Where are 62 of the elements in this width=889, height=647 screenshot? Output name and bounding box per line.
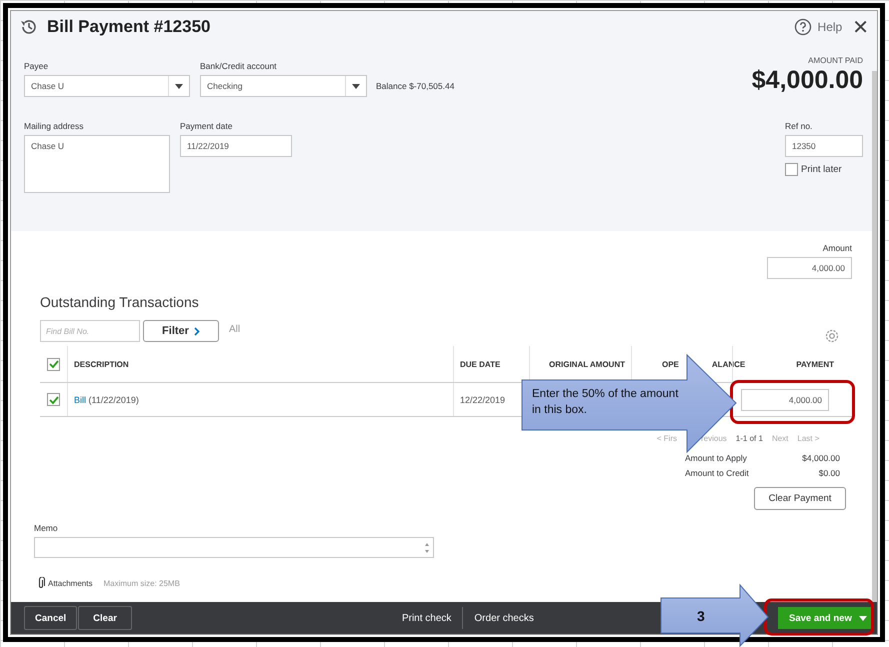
footer-link[interactable]: Order checks [463,612,545,624]
caret-icon[interactable] [859,616,867,620]
checkbox[interactable] [785,163,798,176]
checkbox[interactable] [47,358,60,370]
checkbox-label: Print later [801,164,842,175]
field-label: Memo [34,523,59,533]
date-field[interactable]: 11/22/2019 [180,135,292,157]
field-label: Ref no. [785,121,814,131]
payment-field[interactable]: 4,000.00 [741,388,829,410]
memo-field[interactable] [34,537,434,558]
attachments-label[interactable]: Attachments [48,578,92,588]
callout-text: Enter the 50% of the amount in this box. [532,387,680,418]
caret-icon [175,84,183,88]
payee-dropdown[interactable]: Chase U [24,75,190,97]
field-label: Bank/Credit account [200,61,278,71]
clear-button[interactable]: Clear [78,606,132,630]
section-title: Outstanding Transactions [40,294,200,310]
callout-text: 3 [697,608,705,624]
column-header: PAYMENT [796,360,834,368]
settings-icon[interactable] [824,328,840,344]
footer-link[interactable]: Print check [390,612,462,624]
field-label: Payee [24,61,50,71]
amount-paid-value: $4,000.00 [752,66,863,95]
ref-field[interactable]: 12350 [785,135,863,157]
column-header: DUE DATE [460,360,500,368]
column-header: ALANCE [712,360,746,368]
filter-button[interactable]: Filter [143,320,219,342]
page-range: 1-1 of 1 [736,434,763,443]
scrollbar[interactable] [872,71,877,602]
window-title: Bill Payment #12350 [47,17,210,37]
column-header: OPE [662,360,679,368]
field-label: Payment date [180,121,234,131]
bill-link[interactable]: Bill [74,394,86,404]
help-link[interactable]: Help [818,20,842,34]
amount-paid-label: AMOUNT PAID [808,56,863,65]
history-icon [19,17,39,37]
size-note: Maximum size: 25MB [103,578,180,588]
total-value: $4,000.00 [801,453,840,463]
field-label: Mailing address [24,121,85,131]
clear-payment-button[interactable]: Clear Payment [754,487,846,510]
filter-value: All [229,324,240,334]
search-field[interactable]: Find Bill No. [40,320,140,342]
balance-text: Balance $-70,505.44 [376,81,454,91]
field-label: Amount [822,243,852,253]
table-cell: 12/22/2019 [460,394,506,404]
amount-field[interactable]: 4,000.00 [767,257,852,279]
spinner-icon[interactable] [424,542,430,554]
column-header: ORIGINAL AMOUNT [549,360,625,368]
table-cell: (11/22/2019) [88,394,139,404]
account-dropdown[interactable]: Checking [200,75,367,97]
checkbox[interactable] [47,393,60,406]
total-label: Amount to Apply [685,453,748,463]
cancel-button[interactable]: Cancel [24,606,78,630]
total-label: Amount to Credit [685,468,750,478]
column-header: DESCRIPTION [74,360,129,368]
chevron-icon [194,326,200,336]
caret-icon [352,84,360,88]
address-field[interactable]: Chase U [24,135,170,193]
close-button[interactable]: ✕ [852,15,869,39]
paperclip-icon [37,577,45,589]
help-icon[interactable] [794,18,812,36]
total-value: $0.00 [818,468,840,478]
